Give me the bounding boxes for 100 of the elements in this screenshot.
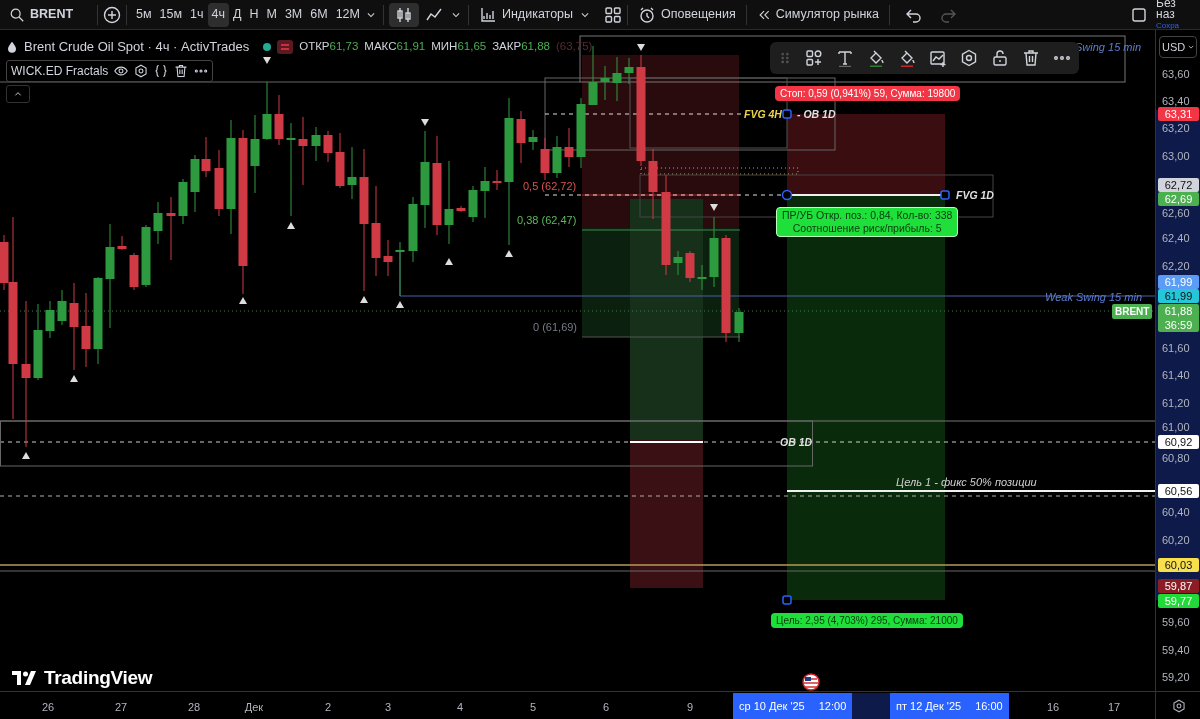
- handle-icon: [940, 190, 950, 200]
- brand-name: TradingView: [44, 666, 153, 690]
- candle: [45, 300, 55, 339]
- ohlc-label: ЗАКР: [492, 39, 522, 55]
- candle: [734, 307, 744, 343]
- candle: [709, 216, 719, 288]
- handle-icon: [782, 595, 792, 605]
- handle-icon: [782, 109, 792, 119]
- candle: [648, 148, 658, 220]
- grid-icon[interactable]: [604, 5, 623, 24]
- candle: [311, 126, 321, 162]
- triangle-down-icon: [263, 57, 271, 64]
- symbol-search-button[interactable]: BRENT: [4, 2, 92, 27]
- price-tick: 62,40: [1162, 232, 1190, 245]
- candle: [323, 130, 333, 163]
- candle: [117, 235, 127, 251]
- candle: [697, 264, 707, 291]
- settings-icon[interactable]: [960, 49, 978, 67]
- price-tick: 63,40: [1162, 95, 1190, 108]
- interval-button[interactable]: Н: [245, 2, 263, 27]
- price-tick: 62,60: [1162, 207, 1190, 220]
- price-tick: 60,40: [1162, 506, 1190, 519]
- alarm-clock-icon: [638, 5, 657, 24]
- chart-style-button[interactable]: [389, 2, 419, 27]
- text-icon[interactable]: [836, 49, 854, 67]
- candle: [528, 129, 538, 151]
- time-tick: 2: [324, 700, 332, 715]
- trash-icon[interactable]: [174, 63, 189, 78]
- interval-button[interactable]: Д: [229, 2, 246, 27]
- currency-button[interactable]: USD: [1159, 36, 1197, 58]
- replay-button[interactable]: Симулятор рынка: [751, 2, 884, 27]
- settings-icon[interactable]: [134, 63, 149, 78]
- paint-bucket-icon[interactable]: [867, 49, 885, 67]
- interval-button[interactable]: М: [262, 2, 281, 27]
- save-status: Сохра: [1156, 20, 1181, 31]
- time-tick: 17: [1107, 700, 1121, 715]
- zone-label: OB 1D: [780, 435, 813, 450]
- price-tick: 63,60: [1162, 68, 1190, 81]
- price-tick: 61,20: [1162, 397, 1190, 410]
- indicators-button[interactable]: Индикаторы: [474, 2, 579, 27]
- ohlc-label: МИН: [431, 39, 458, 55]
- triangle-up-icon: [360, 296, 368, 303]
- candle: [480, 166, 490, 219]
- candle: [166, 196, 176, 261]
- candle: [673, 250, 683, 276]
- drag-handle-icon[interactable]: [778, 51, 792, 65]
- price-tick: 59,60: [1162, 616, 1190, 629]
- interval-button[interactable]: 1ч: [186, 2, 208, 27]
- equals-button[interactable]: [277, 39, 294, 54]
- candle: [540, 137, 550, 181]
- settings-icon[interactable]: [1172, 699, 1186, 713]
- fib-level-label: 0,38 (62,47): [517, 213, 577, 228]
- add-symbol-icon[interactable]: [103, 5, 121, 24]
- alerts-button[interactable]: Оповещения: [633, 2, 741, 27]
- interval-button[interactable]: 4ч: [207, 2, 229, 27]
- trash-icon[interactable]: [1022, 49, 1040, 67]
- candle: [612, 56, 622, 102]
- price-tick: 63,20: [1162, 122, 1190, 135]
- position-stats-label: ПР/УБ Откр. поз.: 0,84, Кол-во: 338 Соотношение риск/прибыль: 5: [776, 207, 959, 237]
- candle: [190, 154, 200, 213]
- time-text: 16:00: [975, 698, 1003, 714]
- square-icon[interactable]: [1130, 5, 1148, 24]
- equals-icon: [281, 43, 290, 50]
- braces-icon[interactable]: [154, 63, 169, 78]
- time-tick: 28: [187, 700, 201, 715]
- candle: [57, 289, 67, 326]
- price-value: 63,31: [1163, 107, 1194, 121]
- price-tick: 59,20: [1162, 671, 1190, 684]
- candle: [141, 224, 151, 288]
- candle: [685, 250, 695, 283]
- time-tick: 5: [529, 700, 537, 715]
- candle: [456, 205, 466, 213]
- interval-button[interactable]: 12М: [331, 2, 364, 27]
- fib-level-label: 0,5 (62,72): [523, 179, 577, 194]
- price-value: 61,88: [1163, 304, 1194, 318]
- candle: [214, 149, 224, 217]
- candle: [262, 81, 272, 141]
- candle: [624, 57, 634, 85]
- interval-button[interactable]: 5м: [132, 2, 156, 27]
- zone-label: FVG 4H: [744, 107, 782, 122]
- flag-icon: [802, 673, 820, 691]
- triangle-up-icon: [70, 375, 78, 382]
- candle: [600, 65, 610, 101]
- price-tick: 60,80: [1162, 452, 1190, 465]
- candle: [395, 241, 405, 297]
- candle: [408, 196, 418, 263]
- candle: [201, 136, 211, 178]
- interval-button[interactable]: 3М: [280, 2, 307, 27]
- time-tick: 3: [384, 700, 392, 715]
- interval-button[interactable]: 15м: [155, 2, 187, 27]
- interval-button[interactable]: 6М: [306, 2, 332, 27]
- ohlc-value: 61,91: [396, 39, 426, 55]
- price-value: 62,72: [1163, 178, 1194, 192]
- lock-icon[interactable]: [991, 49, 1009, 67]
- price-value: 61,99: [1163, 289, 1194, 303]
- chart-title: Brent Crude Oil Spot · 4ч · ActivTrades: [24, 38, 250, 56]
- price-value: 60,03: [1163, 558, 1194, 572]
- paint-bucket-icon[interactable]: [898, 49, 916, 67]
- chart-add-icon[interactable]: [929, 49, 947, 67]
- shapes-icon[interactable]: [805, 49, 823, 67]
